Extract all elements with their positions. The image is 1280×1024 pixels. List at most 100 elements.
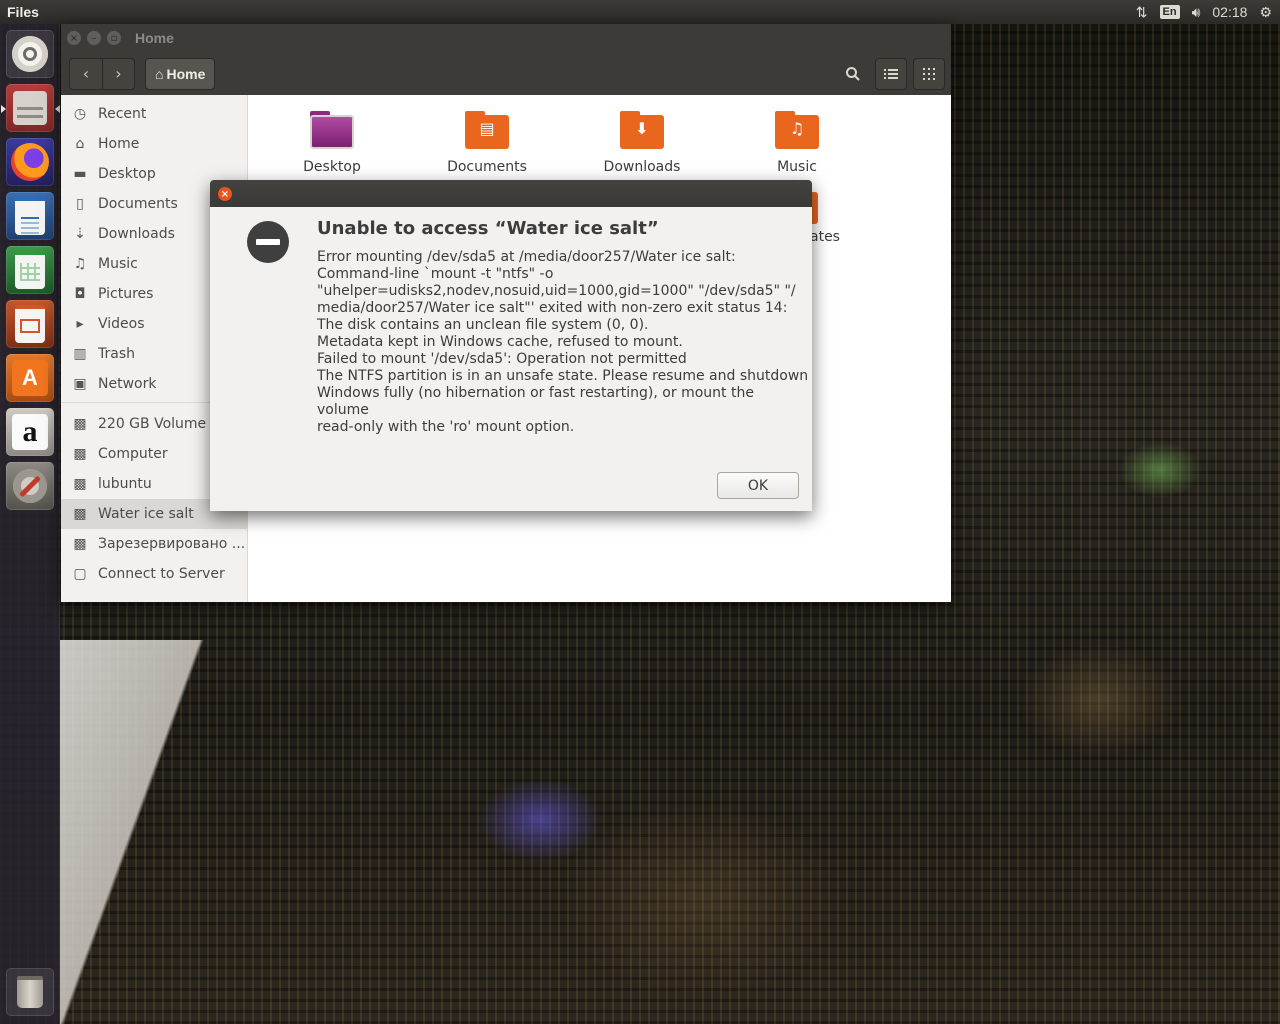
keyboard-layout-indicator[interactable]: En xyxy=(1159,5,1180,19)
message-line: Metadata kept in Windows cache, refused … xyxy=(317,334,683,350)
launcher-dash-home[interactable] xyxy=(6,30,54,78)
folder-desktop[interactable]: Desktop xyxy=(267,109,397,185)
window-close-icon[interactable]: × xyxy=(67,31,81,45)
camera-icon: ◘ xyxy=(74,286,86,302)
downloads-folder-icon: ⬇ xyxy=(618,109,666,151)
drive-icon: ▩ xyxy=(73,506,87,522)
libreoffice-impress-icon xyxy=(15,305,45,343)
launcher-system-settings[interactable] xyxy=(6,462,54,510)
launcher-calc[interactable] xyxy=(6,246,54,294)
folder-documents[interactable]: ▤ Documents xyxy=(422,109,552,185)
volume-icon[interactable]: 🔊︎ xyxy=(1192,4,1201,21)
sidebar-item-recent[interactable]: ◷ Recent xyxy=(61,99,248,129)
launcher-trash[interactable] xyxy=(6,968,54,1016)
window-maximize-icon[interactable]: ▫ xyxy=(107,31,121,45)
search-icon xyxy=(846,66,860,81)
dialog-message: Error mounting /dev/sda5 at /media/door2… xyxy=(317,249,809,436)
grid-view-button[interactable] xyxy=(913,57,945,90)
sidebar-item-зарезервировано[interactable]: ▩ Зарезервировано ... xyxy=(61,529,248,559)
message-line: "uhelper=udisks2,nodev,nosuid,uid=1000,g… xyxy=(317,283,796,299)
software-center-icon: A xyxy=(12,360,48,396)
home-icon: ⌂ xyxy=(155,65,164,82)
message-line: volume xyxy=(317,402,369,418)
window-minimize-icon[interactable]: – xyxy=(87,31,101,45)
folder-music[interactable]: ♫ Music xyxy=(732,109,862,185)
video-icon: ▸ xyxy=(76,316,84,332)
sidebar-item-label: Music xyxy=(98,256,138,272)
sidebar-item-label: Desktop xyxy=(98,166,156,182)
sidebar-item-label: Home xyxy=(98,136,140,152)
sidebar-item-home[interactable]: ⌂ Home xyxy=(61,129,248,159)
back-button[interactable]: ‹ xyxy=(70,59,102,89)
wallpaper-building-ledge xyxy=(60,640,320,1024)
top-panel: Files ⇅ En 🔊︎ 02:18 ⚙ xyxy=(0,0,1280,24)
dialog-heading: Unable to access “Water ice salt” xyxy=(317,218,659,239)
launcher-firefox[interactable] xyxy=(6,138,54,186)
search-button[interactable] xyxy=(837,58,869,90)
sidebar-item-label: Documents xyxy=(98,196,178,212)
message-line: The NTFS partition is in an unsafe state… xyxy=(317,368,809,384)
sidebar-item-label: Зарезервировано ... xyxy=(98,536,246,552)
launcher-files[interactable] xyxy=(1,84,60,132)
message-line: Error mounting /dev/sda5 at /media/door2… xyxy=(317,249,736,265)
window-title: Home xyxy=(135,30,174,46)
settings-gear-icon[interactable]: ⚙ xyxy=(1259,4,1272,21)
sidebar-item-label: lubuntu xyxy=(98,476,152,492)
sidebar-item-label: Trash xyxy=(98,346,135,362)
sidebar-item-label: Water ice salt xyxy=(98,506,194,522)
desktop-folder-icon xyxy=(308,109,356,151)
trash-icon: ▥ xyxy=(73,346,87,362)
launcher-writer[interactable] xyxy=(6,192,54,240)
drive-icon: ▩ xyxy=(73,446,87,462)
folder-downloads[interactable]: ⬇ Downloads xyxy=(577,109,707,185)
libreoffice-writer-icon xyxy=(15,197,45,235)
libreoffice-calc-icon xyxy=(15,251,45,289)
sidebar-item-label: 220 GB Volume xyxy=(98,416,207,432)
documents-folder-icon: ▤ xyxy=(463,109,511,151)
active-app-title: Files xyxy=(7,4,39,20)
folder-icon: ▬ xyxy=(73,166,87,182)
launcher-amazon[interactable]: a xyxy=(6,408,54,456)
message-line: read-only with the 'ro' mount option. xyxy=(317,419,575,435)
sidebar-item-connect-to-server[interactable]: ▢ Connect to Server xyxy=(61,559,248,589)
forward-button[interactable]: › xyxy=(102,58,134,89)
folder-label: Documents xyxy=(447,159,527,175)
error-dialog: × Unable to access “Water ice salt” Erro… xyxy=(210,180,812,511)
dialog-close-icon[interactable]: × xyxy=(218,187,232,201)
navigation-buttons: ‹ › xyxy=(69,57,135,90)
clock[interactable]: 02:18 xyxy=(1212,4,1247,20)
network-updown-icon[interactable]: ⇅ xyxy=(1136,4,1148,21)
system-settings-icon xyxy=(13,469,47,503)
window-titlebar[interactable]: × – ▫ Home xyxy=(61,24,951,52)
running-indicator xyxy=(1,105,6,113)
error-stop-icon xyxy=(247,221,289,263)
launcher-impress[interactable] xyxy=(6,300,54,348)
sidebar-item-label: Pictures xyxy=(98,286,154,302)
ubuntu-logo-icon xyxy=(12,36,48,72)
clock-icon: ◷ xyxy=(73,106,87,122)
ok-button[interactable]: OK xyxy=(717,472,799,499)
message-line: Windows fully (no hibernation or fast re… xyxy=(317,385,754,401)
indicator-area: ⇅ En 🔊︎ 02:18 ⚙ xyxy=(1136,4,1280,21)
path-bar-home-button[interactable]: ⌂ Home xyxy=(145,57,216,90)
folder-label: Music xyxy=(777,159,817,175)
sidebar-item-label: Videos xyxy=(98,316,145,332)
partial-folder-label: ates xyxy=(810,229,840,245)
folder-label: Desktop xyxy=(303,159,361,175)
document-icon: ▯ xyxy=(76,196,84,212)
dialog-titlebar[interactable]: × xyxy=(210,180,812,207)
focused-indicator xyxy=(55,105,60,113)
drive-icon: ▩ xyxy=(73,536,87,552)
message-line: The disk contains an unclean file system… xyxy=(317,317,649,333)
grid-view-icon xyxy=(923,67,935,80)
music-icon: ♫ xyxy=(73,256,87,272)
message-line: Failed to mount '/dev/sda5': Operation n… xyxy=(317,351,687,367)
download-icon: ⇣ xyxy=(74,226,86,242)
server-icon: ▢ xyxy=(73,566,87,582)
launcher-software[interactable]: A xyxy=(6,354,54,402)
message-line: Command-line `mount -t "ntfs" -o xyxy=(317,266,554,282)
file-cabinet-icon xyxy=(13,91,47,125)
path-bar-label: Home xyxy=(166,65,206,82)
list-view-button[interactable] xyxy=(875,57,907,90)
header-toolbar: ‹ › ⌂ Home xyxy=(61,52,951,95)
